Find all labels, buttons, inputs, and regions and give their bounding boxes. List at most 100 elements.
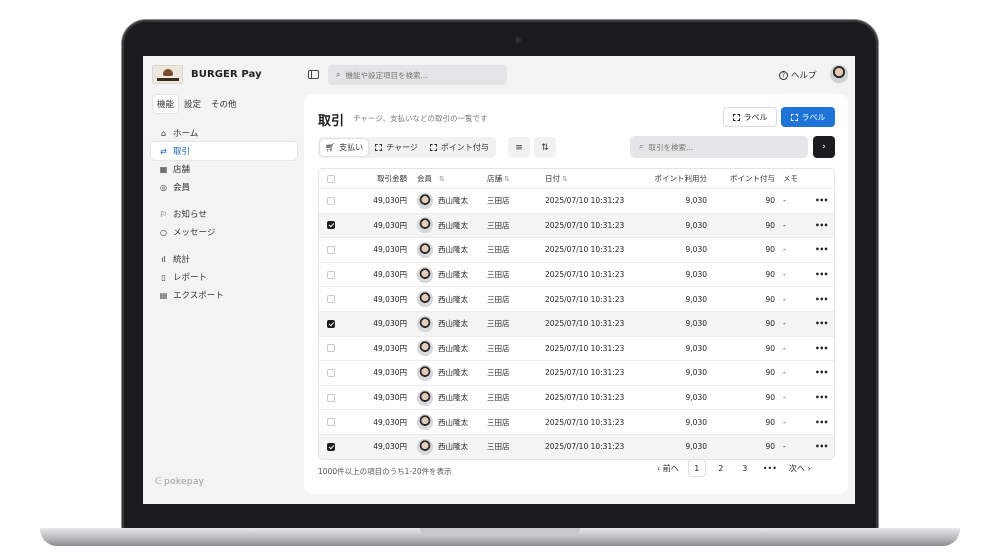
table-row[interactable]: 49,030円 西山隆太 三田店 2025/07/10 10:31:23 9,030 90… <box>319 335 834 361</box>
row-actions-button[interactable]: ••• <box>811 319 832 328</box>
table-row[interactable]: 49,030円 西山隆太 三田店 2025/07/10 10:31:23 9,030 90… <box>319 360 834 385</box>
row-checkbox[interactable] <box>327 196 335 205</box>
sidebar-item-home[interactable]: ⌂ ホーム <box>151 124 297 142</box>
transaction-type-tabs: 🛒︎ 支払い チャージ ポイント付与 <box>318 137 496 158</box>
date-cell: 2025/07/10 10:31:23 <box>545 417 625 427</box>
table-row[interactable]: 49,030円 西山隆太 三田店 2025/07/10 10:31:23 9,030 90… <box>319 433 834 459</box>
row-actions-button[interactable]: ••• <box>811 368 832 377</box>
sidebar-item-stats[interactable]: ıl 統計 <box>151 250 297 268</box>
row-checkbox[interactable] <box>327 344 335 353</box>
more-pages-ellipsis[interactable]: ••• <box>760 459 780 477</box>
global-search-input[interactable] <box>345 70 496 80</box>
label-button-outline[interactable]: ラベル <box>723 107 777 127</box>
sidebar-tab-other[interactable]: その他 <box>207 95 241 113</box>
row-actions-button[interactable]: ••• <box>811 221 832 230</box>
row-checkbox[interactable] <box>327 418 335 427</box>
row-actions-button[interactable]: ••• <box>811 393 832 402</box>
table-search[interactable]: ⌕ <box>630 136 808 158</box>
prev-page-button[interactable]: ‹ 前へ <box>654 459 682 477</box>
row-actions-button[interactable]: ••• <box>811 344 832 353</box>
row-actions-button[interactable]: ••• <box>811 442 832 451</box>
user-avatar[interactable] <box>830 65 848 83</box>
member-name: 西山隆太 <box>438 368 468 378</box>
table-row[interactable]: 49,030円 西山隆太 三田店 2025/07/10 10:31:23 9,030 90… <box>319 237 834 262</box>
table-row[interactable]: 49,030円 西山隆太 三田店 2025/07/10 10:31:23 9,030 90… <box>319 286 834 311</box>
member-avatar <box>417 315 433 332</box>
more-horizontal-icon: ••• <box>815 245 828 255</box>
sort-button[interactable]: ⇅ <box>534 137 556 158</box>
sidebar-item-label: エクスポート <box>173 291 224 301</box>
row-actions-button[interactable]: ••• <box>811 270 832 279</box>
row-checkbox[interactable] <box>327 295 335 304</box>
points-awarded-cell: 90 <box>765 417 775 427</box>
store-cell: 三田店 <box>487 417 510 427</box>
row-actions-button[interactable]: ••• <box>811 418 832 427</box>
column-header-points-awarded[interactable]: ポイント付与 <box>707 173 775 184</box>
row-select-cell <box>319 442 349 451</box>
table-search-input[interactable] <box>648 142 789 152</box>
amount-cell: 49,030円 <box>373 393 407 403</box>
page-button-2[interactable]: 2 <box>712 459 730 477</box>
memo-cell: - <box>783 442 786 452</box>
row-select-cell <box>319 245 349 254</box>
more-horizontal-icon: ••• <box>815 417 828 427</box>
row-checkbox[interactable] <box>327 270 335 279</box>
row-checkbox[interactable] <box>327 245 335 254</box>
global-search[interactable]: ⌕ <box>328 65 507 85</box>
row-actions-button[interactable]: ••• <box>811 295 832 304</box>
help-button[interactable]: ? ヘルプ <box>779 69 817 81</box>
table-row[interactable]: 49,030円 西山隆太 三田店 2025/07/10 10:31:23 9,030 90… <box>319 310 834 336</box>
row-actions-button[interactable]: ••• <box>811 196 832 205</box>
sidebar-item-members[interactable]: ◎ 会員 <box>151 178 297 196</box>
sidebar-item-export[interactable]: ▤ エクスポート <box>151 286 297 304</box>
member-name: 西山隆太 <box>438 343 468 353</box>
row-checkbox[interactable] <box>327 221 335 230</box>
points-awarded-cell: 90 <box>765 343 775 353</box>
more-horizontal-icon: ••• <box>815 270 828 280</box>
column-header-date[interactable]: 日付 ⇅ <box>545 173 641 184</box>
sidebar-item-transactions[interactable]: ⇄ 取引 <box>151 142 297 160</box>
row-checkbox[interactable] <box>327 393 335 402</box>
table-row[interactable]: 49,030円 西山隆太 三田店 2025/07/10 10:31:23 9,030 90… <box>319 188 834 213</box>
store-cell: 三田店 <box>487 393 510 403</box>
sidebar-tab-features[interactable]: 機能 <box>153 95 179 113</box>
page-button-1[interactable]: 1 <box>687 459 706 477</box>
row-actions-button[interactable]: ••• <box>811 245 832 254</box>
row-checkbox[interactable] <box>327 368 335 377</box>
sidebar-toggle-icon[interactable] <box>308 70 319 79</box>
tab-payment[interactable]: 🛒︎ 支払い <box>320 139 369 156</box>
brand[interactable]: BURGER Pay <box>152 65 262 84</box>
filter-button[interactable]: ≡ <box>508 137 530 158</box>
page-button-3[interactable]: 3 <box>736 459 754 477</box>
memo-cell: - <box>783 294 786 304</box>
export-icon: ▤ <box>159 290 168 300</box>
sidebar-item-messages[interactable]: ○ メッセージ <box>151 223 297 241</box>
sidebar-item-reports[interactable]: ▯ レポート <box>151 268 297 286</box>
tab-charge[interactable]: チャージ <box>370 139 423 156</box>
column-header-memo[interactable]: メモ <box>775 173 811 184</box>
column-header-points-used[interactable]: ポイント利用分 <box>641 173 708 184</box>
more-horizontal-icon: ••• <box>815 442 828 452</box>
tab-label: ポイント付与 <box>440 143 489 152</box>
sidebar-tab-settings[interactable]: 設定 <box>180 95 205 113</box>
column-header-member[interactable]: 会員 ⇅ <box>407 173 479 184</box>
table-row[interactable]: 49,030円 西山隆太 三田店 2025/07/10 10:31:23 9,030 90… <box>319 261 834 287</box>
row-checkbox[interactable] <box>327 319 335 328</box>
row-checkbox[interactable] <box>327 442 335 451</box>
column-header-store[interactable]: 店舗 ⇅ <box>479 173 545 184</box>
sidebar-item-label: レポート <box>173 273 208 283</box>
table-row[interactable]: 49,030円 西山隆太 三田店 2025/07/10 10:31:23 9,030 90… <box>319 409 834 434</box>
search-submit-button[interactable]: › <box>813 136 835 158</box>
next-page-button[interactable]: 次へ › <box>786 459 814 477</box>
label-button-primary[interactable]: ラベル <box>781 107 835 127</box>
memo-cell: - <box>783 319 786 329</box>
tab-point-award[interactable]: ポイント付与 <box>425 139 494 156</box>
table-row[interactable]: 49,030円 西山隆太 三田店 2025/07/10 10:31:23 9,030 90… <box>319 384 834 410</box>
table-row[interactable]: 49,030円 西山隆太 三田店 2025/07/10 10:31:23 9,030 90… <box>319 212 834 238</box>
sidebar-item-notices[interactable]: ⚐ お知らせ <box>151 205 297 223</box>
select-all-checkbox[interactable] <box>327 174 335 183</box>
sidebar-item-stores[interactable]: ▦ 店舗 <box>151 160 297 178</box>
column-header-amount[interactable]: 取引金額 <box>349 173 407 184</box>
dashed-square-icon <box>732 113 740 121</box>
